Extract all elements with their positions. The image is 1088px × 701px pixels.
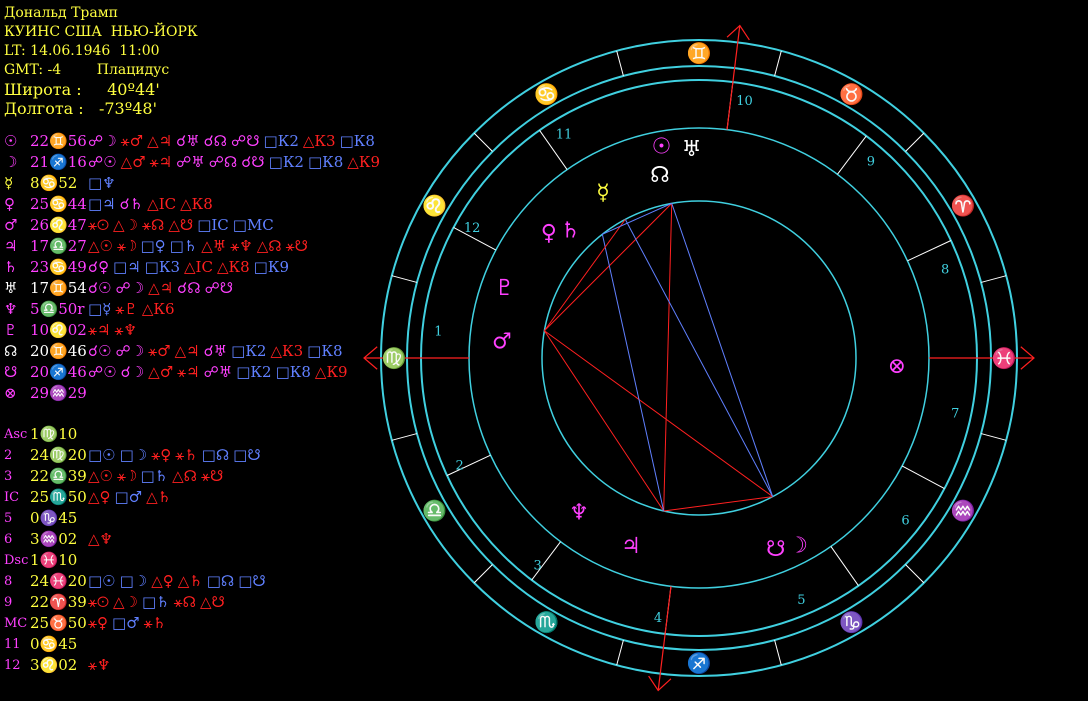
mars-wheel-glyph: ♂	[492, 330, 512, 355]
cancer-sign-glyph: ♋	[534, 82, 559, 106]
house-number: 5	[797, 593, 805, 608]
house-number: 2	[456, 459, 464, 474]
sign-divider	[905, 564, 925, 584]
capricorn-sign-glyph: ♑	[839, 610, 864, 634]
house-number: 12	[464, 221, 481, 236]
sign-divider	[473, 564, 493, 584]
house-cusp-line	[901, 465, 945, 489]
aspect-line	[602, 202, 672, 235]
sign-divider	[774, 639, 782, 666]
house-cusp-line	[837, 135, 867, 175]
libra-sign-glyph: ♎	[422, 499, 447, 523]
house-cusp-line	[446, 454, 491, 476]
taurus-sign-glyph: ♉	[839, 82, 864, 106]
house-number: 10	[736, 94, 753, 109]
aspect-line	[663, 203, 673, 511]
sign-divider	[391, 275, 418, 283]
sign-divider	[473, 132, 493, 152]
house-number: 7	[951, 406, 959, 421]
sign-divider	[774, 50, 782, 77]
sign-divider	[980, 275, 1007, 283]
house-cusp-line	[830, 546, 859, 587]
moon-wheel-glyph: ☽	[788, 533, 808, 558]
house-number: 8	[941, 262, 949, 277]
leo-sign-glyph: ♌	[422, 194, 447, 218]
sign-divider	[616, 639, 624, 666]
sign-divider	[980, 433, 1007, 441]
sign-divider	[616, 50, 624, 77]
scorpio-sign-glyph: ♏	[534, 610, 559, 634]
house-number: 11	[556, 127, 573, 142]
house-number: 3	[534, 558, 542, 573]
gemini-sign-glyph: ♊	[687, 41, 712, 65]
virgo-sign-glyph: ♍	[382, 346, 407, 370]
natal-chart-wheel: ♊ ♉ ♈ ♓ ♒ ♑ ♐ ♏ ♎ ♍ ♌ ♋ 10 9 8 7 6 5 4 3 2 1 12 11 ☉ ♅ ☊ ☿ ♀ ♄ ♇ ♂ ⊗ ♆ ♃ ☋ ☽	[363, 24, 1035, 692]
mercury-wheel-glyph: ☿	[596, 181, 610, 206]
sagittarius-sign-glyph: ♐	[687, 651, 712, 675]
north-node-wheel-glyph: ☊	[650, 163, 670, 188]
aquarius-sign-glyph: ♒	[951, 499, 976, 523]
aspect-line	[601, 234, 665, 512]
saturn-wheel-glyph: ♄	[560, 218, 580, 243]
aspect-line	[671, 203, 774, 497]
house-number: 9	[867, 154, 875, 169]
sign-divider	[391, 433, 418, 441]
sun-wheel-glyph: ☉	[652, 134, 672, 159]
aries-sign-glyph: ♈	[951, 194, 976, 218]
south-node-wheel-glyph: ☋	[766, 537, 786, 562]
part-of-fortune-wheel-glyph: ⊗	[888, 354, 906, 379]
house-number: 6	[901, 513, 909, 528]
pluto-wheel-glyph: ♇	[495, 276, 515, 301]
aspect-line	[544, 330, 774, 498]
uranus-wheel-glyph: ♅	[682, 137, 702, 162]
aspect-line	[624, 219, 774, 497]
house-number: 4	[654, 611, 662, 626]
jupiter-wheel-glyph: ♃	[621, 534, 641, 559]
neptune-wheel-glyph: ♆	[569, 501, 589, 526]
house-number: 1	[434, 325, 442, 340]
venus-wheel-glyph: ♀	[541, 221, 557, 246]
house-cusp-line	[907, 240, 952, 262]
sign-divider	[905, 132, 925, 152]
pisces-sign-glyph: ♓	[992, 346, 1017, 370]
